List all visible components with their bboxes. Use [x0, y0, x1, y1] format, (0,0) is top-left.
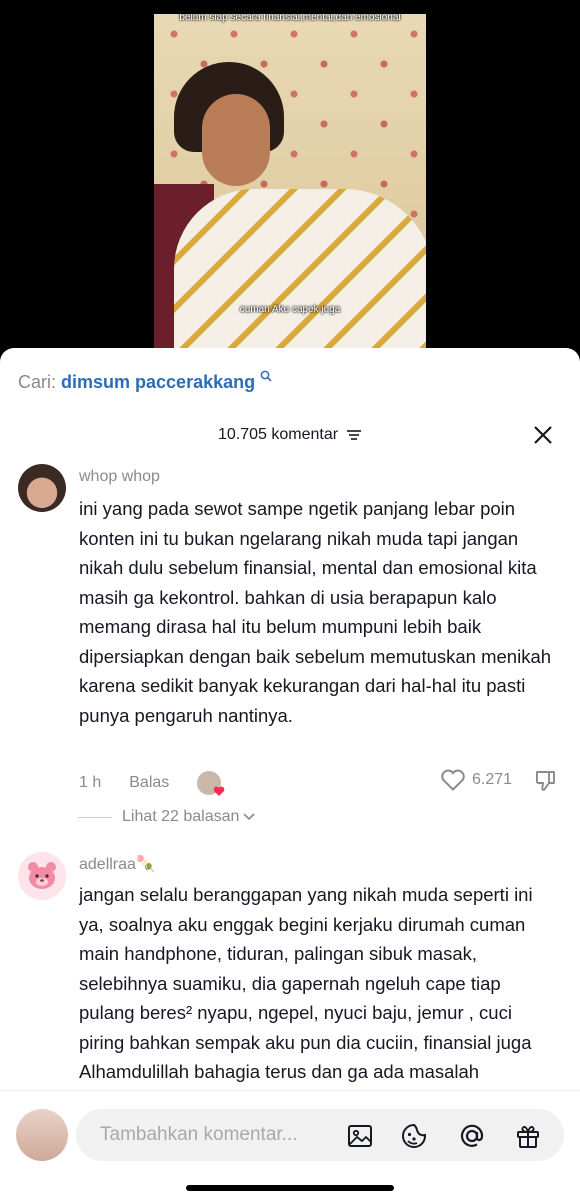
search-icon: [260, 370, 272, 382]
my-avatar[interactable]: [16, 1109, 68, 1161]
mention-icon[interactable]: [458, 1122, 486, 1150]
chevron-down-icon: [243, 813, 256, 821]
comment-input-bar: Tambahkan komentar...: [0, 1090, 580, 1199]
comment-text: jangan selalu beranggapan yang nikah mud…: [79, 884, 533, 1082]
comment-input-placeholder: Tambahkan komentar...: [100, 1124, 298, 1145]
comment-count: 10.705 komentar: [218, 426, 339, 443]
video-caption-top: belum siap secara finansial,mental,dan e…: [179, 14, 401, 23]
comment-meta: 1 h Balas: [79, 771, 225, 796]
dislike-icon[interactable]: [534, 769, 558, 793]
comments-header: 10.705 komentar: [0, 424, 580, 448]
comment-username[interactable]: whop whop: [79, 468, 160, 486]
video-caption-bottom: cuman Aku capek juga: [239, 304, 341, 315]
divider-line: [78, 816, 112, 818]
search-prefix: Cari:: [18, 372, 62, 392]
comment-text: ini yang pada sewot sampe ngetik panjang…: [79, 498, 552, 726]
view-replies-button[interactable]: Lihat 22 balasan: [78, 808, 256, 826]
avatar[interactable]: [18, 852, 66, 900]
comment-time: 1 h: [79, 774, 102, 791]
avatar[interactable]: [18, 464, 66, 512]
heart-icon: [213, 786, 225, 796]
image-icon[interactable]: [346, 1122, 374, 1150]
comment-input[interactable]: Tambahkan komentar...: [76, 1109, 564, 1161]
like-group: 6.271: [440, 768, 512, 792]
sort-icon[interactable]: [346, 428, 362, 442]
reply-button[interactable]: Balas: [129, 774, 169, 792]
view-replies-label: Lihat 22 balasan: [122, 808, 240, 825]
search-suggestion[interactable]: Cari: dimsum paccerakkang: [18, 370, 272, 393]
gift-icon[interactable]: [514, 1122, 542, 1150]
video-frame[interactable]: belum siap secara finansial,mental,dan e…: [154, 14, 426, 354]
creator-liked-avatar: [197, 771, 225, 796]
bear-avatar-icon: [28, 862, 56, 889]
search-term[interactable]: dimsum paccerakkang: [61, 372, 255, 392]
person-face: [202, 94, 270, 186]
close-icon[interactable]: [532, 424, 554, 446]
comment-username[interactable]: adellraa🍡: [79, 854, 156, 874]
like-count: 6.271: [472, 771, 513, 788]
comments-sheet: Cari: dimsum paccerakkang 10.705 komenta…: [0, 348, 580, 1199]
person-shirt: [174, 189, 426, 354]
video-area[interactable]: belum siap secara finansial,mental,dan e…: [0, 0, 580, 362]
emoji-sticker-icon[interactable]: [400, 1122, 428, 1150]
comment-count-sort[interactable]: 10.705 komentar: [218, 426, 362, 444]
heart-outline-icon[interactable]: [440, 768, 466, 792]
home-indicator: [186, 1185, 394, 1191]
